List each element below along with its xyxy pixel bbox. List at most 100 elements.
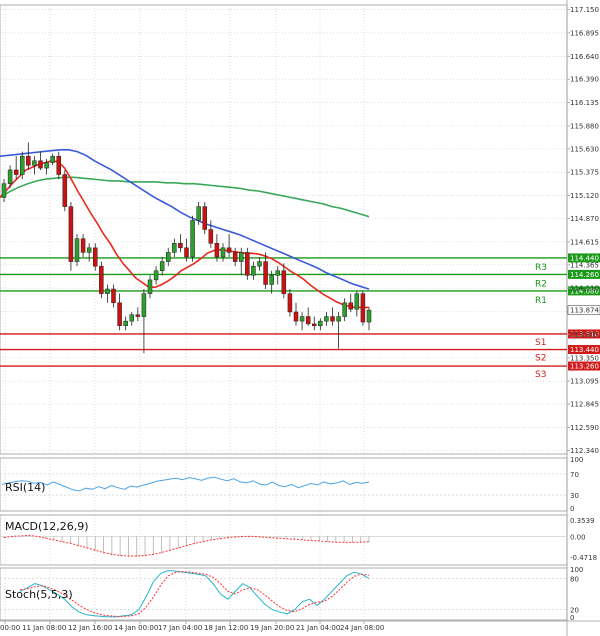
level-label-s1: S1 bbox=[535, 338, 546, 348]
candle-body bbox=[26, 155, 31, 166]
candle-body bbox=[153, 270, 159, 281]
candle-body bbox=[123, 320, 128, 326]
time-tick-label: 17 Jan 04:00 bbox=[158, 624, 202, 632]
candle-body bbox=[196, 206, 201, 221]
candle-body bbox=[305, 316, 311, 325]
stoch-tick: 100 bbox=[570, 566, 583, 574]
price-tick-label: 112.590 bbox=[570, 424, 599, 432]
price-tick-label: 113.350 bbox=[570, 354, 599, 362]
price-tick-label: 112.340 bbox=[570, 447, 599, 455]
rsi-label: RSI(14) bbox=[5, 481, 45, 494]
macd-label: MACD(12,26,9) bbox=[5, 520, 89, 533]
rsi-tick: 70 bbox=[570, 471, 579, 479]
candle-body bbox=[166, 252, 171, 262]
level-label-s2: S2 bbox=[535, 354, 546, 364]
candle-body bbox=[50, 155, 55, 163]
time-tick-label: 18 Jan 12:00 bbox=[204, 624, 248, 632]
candle-body bbox=[263, 261, 268, 285]
level-label-r2: R2 bbox=[535, 279, 547, 289]
candle-body bbox=[141, 293, 147, 317]
price-tick-label: 113.095 bbox=[570, 378, 599, 386]
price-tick-label: 116.895 bbox=[570, 29, 599, 37]
rsi-tick: 100 bbox=[570, 456, 583, 464]
candle-body bbox=[172, 242, 177, 253]
candle-body bbox=[275, 270, 280, 276]
time-tick-label: 21 Jan 04:00 bbox=[296, 624, 340, 632]
price-tick-label: 115.120 bbox=[570, 192, 599, 200]
candle-body bbox=[245, 252, 250, 276]
level-tag-r2: 114.260 bbox=[570, 271, 599, 279]
candle-body bbox=[232, 252, 238, 262]
price-tick-label: 112.845 bbox=[570, 401, 599, 409]
candle-body bbox=[38, 160, 43, 169]
stoch-tick: 0 bbox=[570, 614, 574, 622]
candle-body bbox=[80, 238, 86, 253]
candle-body bbox=[178, 242, 183, 249]
candle-body bbox=[220, 247, 226, 258]
rsi-tick: 0 bbox=[570, 505, 574, 513]
candle-body bbox=[354, 293, 360, 310]
macd-tick: 0.00 bbox=[570, 533, 586, 541]
level-label-r1: R1 bbox=[535, 296, 547, 306]
price-tick-label: 116.390 bbox=[570, 76, 599, 84]
candle-body bbox=[44, 162, 49, 169]
stoch-tick: 80 bbox=[570, 575, 579, 583]
price-tick-label: 114.365 bbox=[570, 261, 599, 269]
candle-body bbox=[299, 316, 305, 322]
candle-body bbox=[68, 206, 74, 262]
candle-body bbox=[293, 311, 299, 322]
candle-body bbox=[336, 316, 341, 322]
price-tick-label: 116.135 bbox=[570, 99, 599, 107]
price-tick-label: 115.375 bbox=[570, 169, 599, 177]
candle-body bbox=[7, 169, 13, 184]
price-tick-label: 114.110 bbox=[570, 285, 599, 293]
candle-body bbox=[184, 247, 189, 258]
candle-body bbox=[105, 288, 110, 294]
candle-body bbox=[62, 174, 68, 207]
candle-body bbox=[13, 169, 19, 175]
time-tick-label: 12 Jan 16:00 bbox=[68, 624, 112, 632]
price-tick-label: 114.615 bbox=[570, 238, 599, 246]
stoch-label: Stoch(5,5,3) bbox=[5, 588, 73, 601]
candle-body bbox=[281, 270, 287, 294]
candle-body bbox=[214, 242, 220, 258]
candle-body bbox=[117, 302, 122, 326]
candle-body bbox=[20, 155, 25, 175]
candle-body bbox=[342, 302, 347, 317]
candle-body bbox=[269, 275, 274, 285]
price-tick-label: 115.880 bbox=[570, 122, 599, 130]
candle-body bbox=[135, 314, 141, 317]
candle-body bbox=[226, 247, 232, 253]
candle-body bbox=[147, 279, 153, 294]
candle-body bbox=[324, 316, 329, 322]
candle-body bbox=[366, 309, 372, 323]
macd-tick: 0.3539 bbox=[570, 517, 595, 525]
candle-body bbox=[1, 183, 7, 198]
candle-body bbox=[312, 323, 317, 326]
candle-body bbox=[287, 293, 293, 313]
candle-body bbox=[129, 314, 134, 322]
candle-body bbox=[32, 160, 37, 166]
candle-body bbox=[111, 288, 116, 304]
level-tag-s2: 113.440 bbox=[570, 346, 599, 354]
candle-body bbox=[159, 261, 165, 271]
time-tick-label: 11 Jan 08:00 bbox=[22, 624, 66, 632]
candle-body bbox=[257, 261, 262, 267]
candle-body bbox=[99, 265, 104, 294]
price-tick-label: 116.640 bbox=[570, 53, 599, 61]
price-tick-label: 115.630 bbox=[570, 145, 599, 153]
candle-body bbox=[360, 293, 366, 323]
time-tick-label: 14 Jan 00:00 bbox=[114, 624, 158, 632]
price-chart[interactable]: R3114.440R2114.260R1114.080S1113.610S211… bbox=[0, 0, 600, 636]
level-label-r3: R3 bbox=[535, 263, 547, 273]
time-tick-label: 24 Jan 08:00 bbox=[340, 624, 384, 632]
candle-body bbox=[330, 316, 335, 322]
candle-body bbox=[190, 220, 195, 258]
level-label-s3: S3 bbox=[535, 370, 546, 380]
rsi-tick: 30 bbox=[570, 492, 579, 500]
time-tick-label: 00:00 bbox=[0, 624, 20, 632]
price-tick-label: 114.870 bbox=[570, 215, 599, 223]
candle-body bbox=[202, 206, 207, 230]
candle-body bbox=[239, 252, 244, 262]
candle-body bbox=[56, 155, 61, 175]
